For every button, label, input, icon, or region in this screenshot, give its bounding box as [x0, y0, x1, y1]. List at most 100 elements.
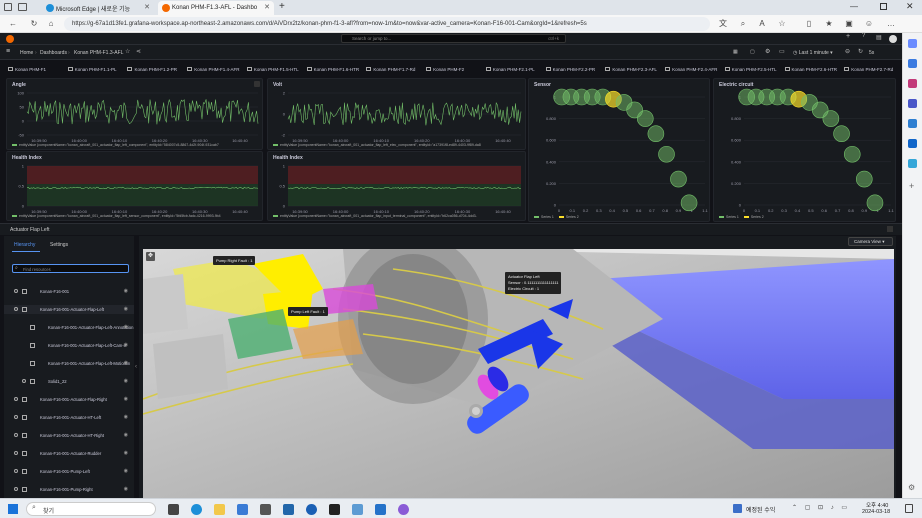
vscode-icon[interactable] [375, 504, 386, 515]
plus-icon[interactable]: + [846, 33, 850, 40]
eye-icon[interactable]: ◉ [124, 396, 128, 402]
close-window-icon[interactable]: ✕ [906, 1, 914, 12]
tab-edge-whatsnew[interactable]: Microsoft Edge | 새로운 기능 ✕ [42, 1, 154, 15]
eye-icon[interactable]: ◉ [124, 414, 128, 420]
taskbar-search[interactable]: ⌕ 찾기 [26, 502, 156, 516]
eye-icon[interactable]: ◉ [124, 432, 128, 438]
terminal-icon[interactable] [329, 504, 340, 515]
outlook-icon[interactable] [908, 139, 917, 148]
tools-icon[interactable] [908, 99, 917, 108]
dashboard-link[interactable]: Konan PHM-F2 [426, 65, 464, 73]
dashboard-link[interactable]: Konan PHM-F1 [8, 65, 46, 73]
save-icon[interactable]: ▢ [750, 49, 755, 55]
avatar[interactable] [889, 35, 897, 43]
visibility-toggle-icon[interactable] [14, 469, 18, 473]
eye-icon[interactable]: ◉ [124, 324, 128, 330]
visibility-toggle-icon[interactable] [14, 433, 18, 437]
visibility-toggle-icon[interactable] [14, 397, 18, 401]
refresh-icon[interactable]: ↻ [858, 48, 863, 55]
visibility-toggle-icon[interactable] [14, 289, 18, 293]
collapse-handle-icon[interactable]: ‹ [135, 364, 137, 370]
eye-icon[interactable]: ◉ [124, 306, 128, 312]
news-icon[interactable]: ▤ [876, 34, 882, 41]
dashboard-link[interactable]: Konan PHM-F1.4-AFR [187, 65, 239, 73]
hierarchy-item[interactable]: Konan-F16-001-Actuator-Flap-Right ◉ [4, 395, 134, 404]
menu-icon[interactable]: ≡ [6, 48, 10, 55]
send-icon[interactable] [908, 159, 917, 168]
visibility-toggle-icon[interactable] [22, 379, 26, 383]
app-icon-4[interactable] [398, 504, 409, 515]
reload-icon[interactable]: ↻ [29, 19, 39, 29]
find-resources-input[interactable]: ⌕ Find resources [12, 264, 129, 273]
close-icon[interactable]: ✕ [144, 3, 150, 11]
tray-icons[interactable]: ⌃ ▢ ⊡ ♪ ▭ [792, 504, 850, 511]
visibility-toggle-icon[interactable] [14, 451, 18, 455]
star-icon[interactable]: ☆ [125, 48, 130, 55]
profile-icon[interactable]: ☺ [864, 19, 874, 29]
dashboard-link[interactable]: Konan PHM-F1.7-Rd [366, 65, 415, 73]
add-icon[interactable]: + [909, 181, 914, 191]
dashboard-link[interactable]: Konan PHM-F2.5-HTL [724, 65, 777, 73]
home-icon[interactable]: ⌂ [46, 19, 56, 29]
3d-viewport[interactable]: Pump Right Fault : 1 Pump Left Fault : 1… [143, 249, 894, 498]
time-picker[interactable]: ◷ Last 1 minute ▾ [793, 50, 833, 56]
eye-icon[interactable]: ◉ [124, 450, 128, 456]
share-icon[interactable]: ⋖ [136, 48, 141, 55]
favorites-icon[interactable]: ★ [824, 19, 834, 29]
dashboard-link[interactable]: Konan PHM-F1.2-PR [127, 65, 177, 73]
store-icon[interactable] [260, 504, 271, 515]
tab-grafana[interactable]: Konan PHM-F1.3-AFL - Dashbo ✕ [158, 1, 274, 15]
read-aloud-icon[interactable]: A [757, 19, 767, 29]
hierarchy-item[interactable]: Konan-F16-001-Pump-Left ◉ [4, 467, 134, 476]
sidebar-settings-icon[interactable]: ⚙ [908, 483, 915, 492]
hierarchy-item[interactable]: Konan-F16-001 ◉ [4, 287, 134, 296]
maximize-icon[interactable] [880, 3, 887, 10]
app-icon-1[interactable] [283, 504, 294, 515]
hierarchy-item[interactable]: Solid1_22 ◉ [4, 377, 134, 386]
visibility-toggle-icon[interactable] [14, 307, 18, 311]
app-icon-2[interactable] [306, 504, 317, 515]
tabs-icon[interactable] [18, 3, 27, 11]
eye-icon[interactable]: ◉ [124, 342, 128, 348]
more-icon[interactable]: … [886, 19, 896, 29]
refresh-interval[interactable]: 5s [869, 50, 874, 56]
visibility-toggle-icon[interactable] [14, 415, 18, 419]
games-icon[interactable] [908, 79, 917, 88]
clock-time[interactable]: 오후 4:40 [866, 501, 888, 509]
hierarchy-item[interactable]: Konan-F16-001-Actuator-Flap-Left-Cam-ir ◉ [4, 341, 134, 350]
dashboard-link[interactable]: Konan PHM-F2.1-PL [485, 65, 535, 73]
eye-icon[interactable]: ◉ [124, 288, 128, 294]
zoom-icon[interactable]: ⌕ [738, 19, 748, 29]
eye-icon[interactable]: ◉ [124, 486, 128, 492]
app-icon-3[interactable] [352, 504, 363, 515]
window-menu-icon[interactable] [4, 3, 12, 11]
collections-icon[interactable]: ▣ [844, 19, 854, 29]
settings-icon[interactable]: ⚙ [765, 48, 770, 55]
search-input[interactable]: Search or jump to... ctrl+k [341, 34, 566, 43]
task-view-icon[interactable] [168, 504, 179, 515]
help-icon[interactable]: ? [862, 33, 865, 39]
add-panel-icon[interactable]: ▦ [733, 49, 738, 55]
visibility-toggle-icon[interactable] [14, 487, 18, 491]
office-icon[interactable] [908, 119, 917, 128]
shopping-icon[interactable] [908, 59, 917, 68]
eye-icon[interactable]: ◉ [124, 468, 128, 474]
close-icon[interactable]: ✕ [264, 3, 270, 11]
explorer-icon[interactable] [214, 504, 225, 515]
start-icon[interactable] [8, 504, 18, 514]
dashboard-link[interactable]: Konan PHM-F1.1-PL [67, 65, 117, 73]
breadcrumb-home[interactable]: Home [20, 50, 33, 56]
edge-icon[interactable] [191, 504, 202, 515]
favorite-icon[interactable]: ☆ [777, 19, 787, 29]
hierarchy-item[interactable]: Konan-F16-001-Actuator-HT-Right ◉ [4, 431, 134, 440]
translate-icon[interactable]: 文 [718, 19, 728, 29]
panel-menu-icon[interactable] [887, 226, 893, 232]
hierarchy-item[interactable]: Konan-F16-001-Pump-Right ◉ [4, 485, 134, 494]
tab-settings[interactable]: Settings [50, 242, 68, 248]
dashboard-link[interactable]: Konan PHM-F2.4-AFR [665, 65, 717, 73]
camera-view-button[interactable]: Camera View ▾ [848, 237, 893, 246]
back-icon[interactable]: ← [8, 19, 18, 29]
tab-hierarchy[interactable]: Hierarchy [14, 242, 35, 248]
tv-icon[interactable]: ▭ [779, 48, 785, 55]
hierarchy-item[interactable]: Konan-F16-001-Actuator-Flap-Left ◉ [4, 305, 134, 314]
